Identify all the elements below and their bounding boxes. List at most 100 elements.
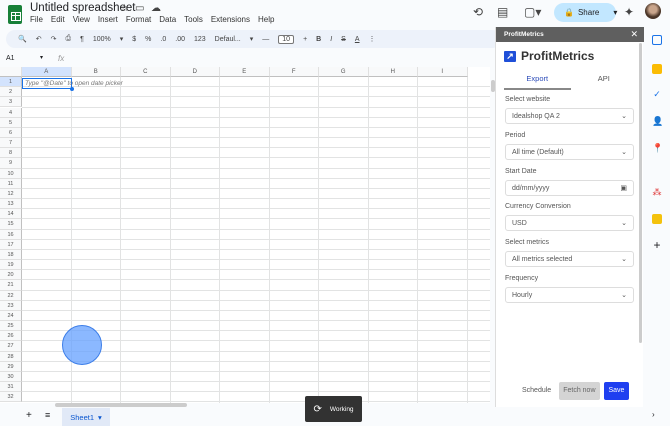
- row-header[interactable]: 14: [0, 209, 22, 220]
- field-input[interactable]: Idealshop QA 2 ⌄: [505, 108, 634, 124]
- more-formats-button[interactable]: 123: [194, 36, 206, 43]
- avatar[interactable]: [645, 3, 661, 19]
- comments-icon[interactable]: ▤: [497, 5, 508, 19]
- share-button[interactable]: 🔒 Share ▾: [554, 3, 617, 22]
- menu-file[interactable]: File: [30, 15, 43, 24]
- undo-icon[interactable]: ↶: [36, 35, 42, 43]
- column-header[interactable]: I: [418, 67, 468, 77]
- menu-format[interactable]: Format: [126, 15, 151, 24]
- row-header[interactable]: 4: [0, 107, 22, 118]
- version-history-icon[interactable]: ⟲: [473, 5, 483, 19]
- sidebar-scrollbar[interactable]: [639, 43, 642, 343]
- row-header[interactable]: 15: [0, 219, 22, 230]
- increase-decimal-button[interactable]: .00: [175, 36, 185, 43]
- menu-data[interactable]: Data: [159, 15, 176, 24]
- row-header[interactable]: 19: [0, 260, 22, 271]
- row-header[interactable]: 10: [0, 168, 22, 179]
- row-header[interactable]: 31: [0, 382, 22, 393]
- formula-bar[interactable]: fx: [58, 54, 64, 63]
- row-header[interactable]: 26: [0, 331, 22, 342]
- sheet-tab[interactable]: Sheet1 ▾: [62, 408, 110, 426]
- select-all-corner[interactable]: [0, 67, 22, 77]
- close-icon[interactable]: ✕: [630, 29, 638, 40]
- calendar-icon[interactable]: ▣: [620, 184, 627, 192]
- search-icon[interactable]: 🔍: [18, 35, 27, 43]
- strikethrough-button[interactable]: S: [341, 36, 346, 43]
- row-header[interactable]: 5: [0, 117, 22, 128]
- row-header[interactable]: 6: [0, 127, 22, 138]
- menu-tools[interactable]: Tools: [184, 15, 203, 24]
- menu-extensions[interactable]: Extensions: [211, 15, 250, 24]
- star-icon[interactable]: ☆: [120, 3, 129, 14]
- text-color-button[interactable]: A: [355, 36, 360, 43]
- italic-button[interactable]: I: [330, 36, 332, 43]
- field-input[interactable]: All time (Default) ⌄: [505, 143, 634, 160]
- row-header[interactable]: 23: [0, 300, 22, 311]
- menu-help[interactable]: Help: [258, 15, 274, 24]
- row-header[interactable]: 24: [0, 310, 22, 322]
- schedule-button[interactable]: Schedule: [518, 382, 555, 400]
- menu-insert[interactable]: Insert: [98, 15, 118, 24]
- row-header[interactable]: 9: [0, 158, 22, 169]
- row-header[interactable]: 30: [0, 371, 22, 383]
- row-header[interactable]: 20: [0, 270, 22, 281]
- percent-button[interactable]: %: [145, 36, 151, 43]
- gemini-icon[interactable]: ✦: [624, 5, 634, 19]
- bold-button[interactable]: B: [316, 36, 321, 43]
- row-header[interactable]: 28: [0, 351, 22, 362]
- row-header[interactable]: 1: [0, 77, 22, 88]
- column-header[interactable]: F: [269, 67, 319, 77]
- field-input[interactable]: All metrics selected ⌄: [505, 251, 634, 268]
- calendar-icon[interactable]: [652, 35, 662, 45]
- row-header[interactable]: 13: [0, 199, 22, 210]
- print-icon[interactable]: ⎙: [65, 35, 71, 43]
- name-box[interactable]: A1: [6, 55, 15, 62]
- font-select[interactable]: Defaul...: [215, 36, 241, 43]
- row-header[interactable]: 25: [0, 321, 22, 332]
- column-header[interactable]: C: [121, 67, 171, 77]
- fetch-now-button[interactable]: Fetch now: [559, 382, 600, 400]
- keep-icon[interactable]: [652, 64, 662, 74]
- column-header[interactable]: H: [368, 67, 418, 77]
- row-header[interactable]: 21: [0, 280, 22, 291]
- font-size-input[interactable]: 10: [278, 34, 295, 44]
- row-header[interactable]: 17: [0, 239, 22, 250]
- row-header[interactable]: 3: [0, 97, 22, 108]
- row-header[interactable]: 22: [0, 290, 22, 301]
- row-header[interactable]: 12: [0, 188, 22, 200]
- tab-export[interactable]: Export: [504, 70, 571, 90]
- expand-side-panel-icon[interactable]: ›: [652, 410, 655, 419]
- decrease-decimal-button[interactable]: .0: [160, 36, 166, 43]
- font-size-decrease[interactable]: —: [262, 36, 269, 43]
- cell-a1[interactable]: Type "@Date" to open date picker: [22, 78, 123, 89]
- row-header[interactable]: 29: [0, 361, 22, 372]
- column-header[interactable]: D: [170, 67, 220, 77]
- namebox-dropdown-icon[interactable]: ▾: [40, 54, 43, 61]
- tab-api[interactable]: API: [571, 70, 638, 90]
- fill-handle[interactable]: [70, 87, 74, 91]
- sheet-tab-menu-icon[interactable]: ▾: [98, 413, 102, 422]
- font-size-increase[interactable]: +: [303, 36, 307, 43]
- share-dropdown-icon[interactable]: ▾: [613, 8, 617, 17]
- row-header[interactable]: 32: [0, 392, 22, 403]
- column-header[interactable]: A: [22, 67, 72, 77]
- currency-button[interactable]: $: [132, 36, 136, 43]
- contacts-icon[interactable]: 👤: [652, 116, 663, 126]
- row-header[interactable]: 7: [0, 138, 22, 149]
- cloud-status-icon[interactable]: ☁: [151, 3, 161, 14]
- addon-icon[interactable]: ⁂: [652, 187, 662, 197]
- get-addons-icon[interactable]: +: [652, 239, 662, 251]
- add-sheet-icon[interactable]: +: [26, 410, 32, 421]
- field-input[interactable]: Hourly ⌄: [505, 287, 634, 303]
- save-button[interactable]: Save: [603, 382, 630, 400]
- paint-format-icon[interactable]: ¶: [80, 36, 84, 43]
- redo-icon[interactable]: ↷: [51, 35, 57, 43]
- all-sheets-icon[interactable]: ≡: [45, 410, 50, 420]
- field-input[interactable]: dd/mm/yyyy ▣: [505, 179, 634, 196]
- row-header[interactable]: 27: [0, 341, 22, 352]
- meet-icon[interactable]: ▢▾: [524, 5, 541, 19]
- more-icon[interactable]: ⋮: [369, 35, 376, 43]
- column-header[interactable]: E: [220, 67, 270, 77]
- row-header[interactable]: 18: [0, 249, 22, 261]
- tasks-icon[interactable]: ✓: [652, 89, 662, 99]
